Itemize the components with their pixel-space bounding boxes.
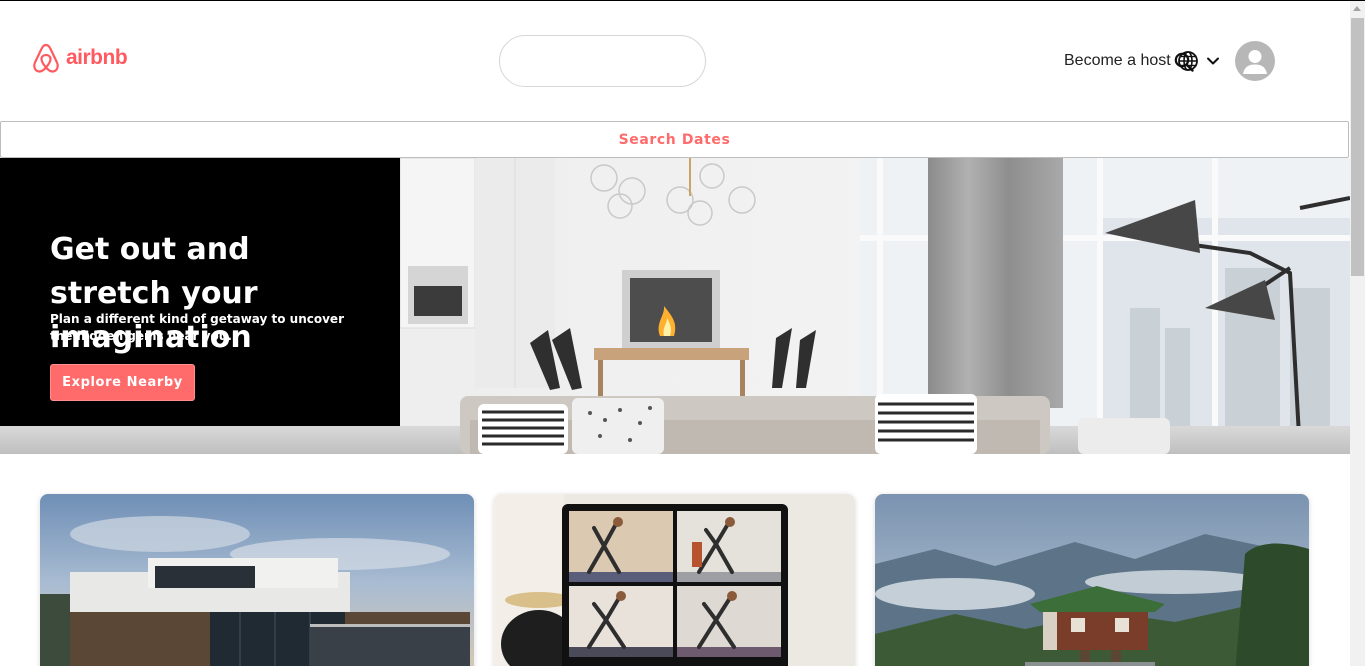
host-menu: Become a host [1064, 41, 1275, 81]
scroll-up-arrow-icon[interactable] [1353, 6, 1361, 11]
become-host-link[interactable]: Become a host [1064, 52, 1171, 70]
hero-subtitle: Plan a different kind of getaway to unco… [50, 312, 344, 343]
page-scrollbar[interactable] [1350, 1, 1365, 666]
search-box [499, 35, 1194, 87]
river-house-image [875, 494, 1309, 666]
scrollbar-thumb[interactable] [1351, 18, 1364, 276]
search-input[interactable] [514, 48, 664, 74]
modern-house-image [40, 494, 474, 666]
user-avatar-icon [1242, 50, 1267, 74]
card-river-house[interactable] [875, 494, 1309, 666]
hero-banner: Get out and stretch your imagination Pla… [0, 158, 1350, 454]
online-yoga-image [494, 494, 855, 666]
search-dates-label: Search Dates [618, 131, 731, 148]
airbnb-logo-icon [33, 43, 59, 73]
site-header: airbnb Become a host [0, 1, 1350, 121]
chevron-down-icon[interactable] [1206, 54, 1220, 68]
search-dates-button[interactable]: Search Dates [0, 121, 1349, 158]
logo[interactable]: airbnb [31, 42, 128, 74]
card-online-yoga[interactable] [494, 494, 855, 666]
user-avatar[interactable] [1234, 41, 1275, 81]
logo-text: airbnb [66, 46, 128, 69]
globe-icon[interactable] [1177, 50, 1199, 72]
card-modern-house[interactable] [40, 494, 474, 666]
explore-nearby-button[interactable]: Explore Nearby [50, 364, 195, 401]
